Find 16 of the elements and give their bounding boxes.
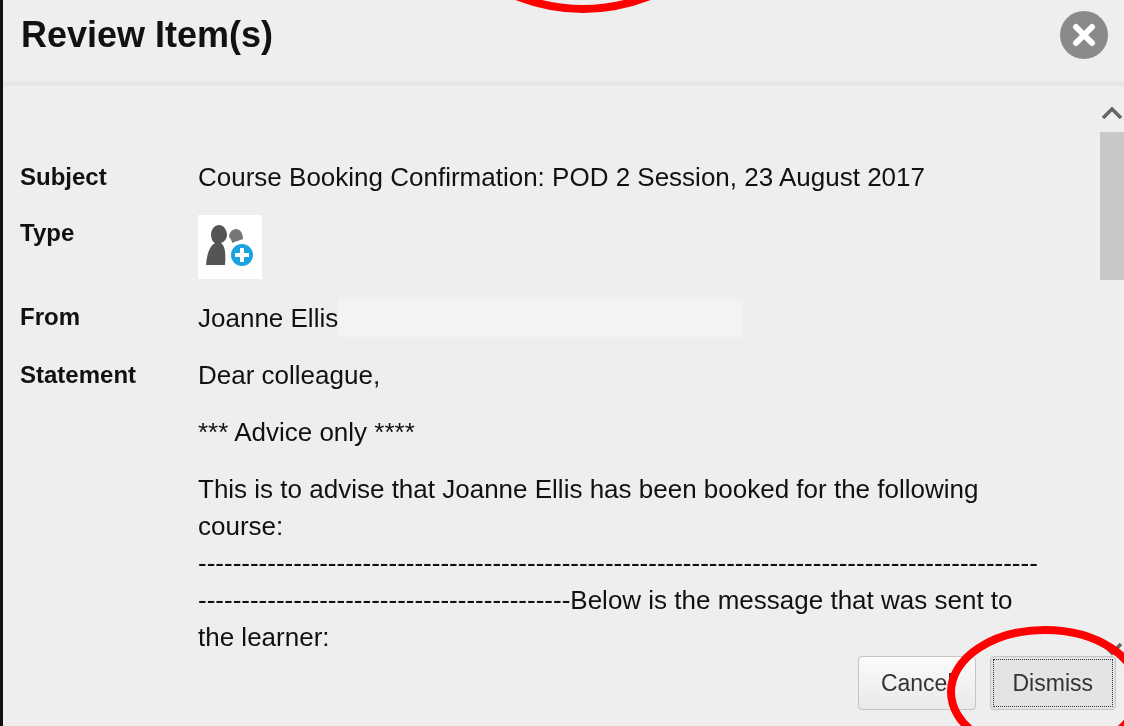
close-icon (1072, 22, 1096, 47)
field-label: Subject (20, 162, 108, 192)
dismiss-button[interactable]: Dismiss (989, 656, 1116, 710)
subject-text: Course Booking Confirmation: POD 2 Session, 23 August 2017 (198, 161, 926, 194)
statement-paragraph: This is to advise that Joanne Ellis has been booked for the following course: --------------------------------------------------------------------------------------------------------------------------------------------Below is the message that was sent to the learner: (198, 473, 1039, 654)
sender-name: Joanne Ellis (198, 302, 339, 335)
statement-paragraph: *** Advice only **** (198, 416, 416, 449)
dialog-title: Review Item(s) (21, 13, 274, 56)
scroll-up-icon[interactable] (1101, 106, 1123, 120)
user-add-icon (205, 225, 255, 269)
field-label: From (20, 302, 81, 332)
close-button[interactable] (1060, 10, 1108, 59)
scrollbar-thumb[interactable] (1100, 132, 1124, 280)
field-label: Statement (20, 360, 138, 390)
statement-paragraph: Dear colleague, (198, 359, 382, 392)
field-label: Type (20, 218, 76, 248)
